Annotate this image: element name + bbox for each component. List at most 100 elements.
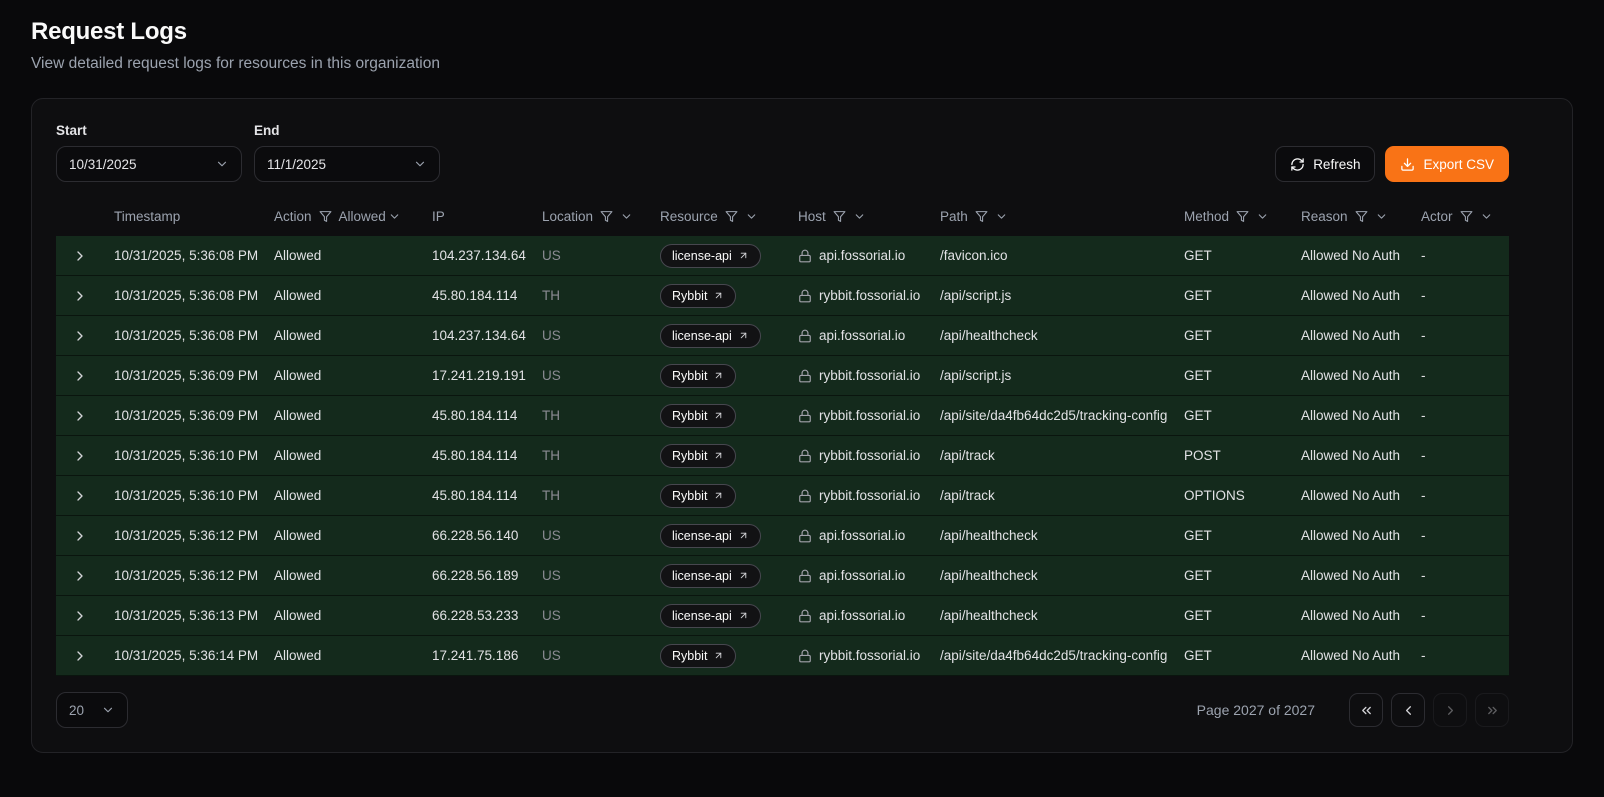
chevron-down-icon[interactable] <box>1375 210 1388 223</box>
resource-badge[interactable]: license-api <box>660 564 761 588</box>
expand-cell <box>56 644 104 668</box>
chevron-right-icon <box>72 448 88 464</box>
cell-ip: 66.228.56.189 <box>422 568 532 583</box>
expand-row-button[interactable] <box>68 484 92 508</box>
expand-row-button[interactable] <box>68 564 92 588</box>
cell-resource: license-api <box>650 244 788 268</box>
table-row[interactable]: 10/31/2025, 5:36:10 PM Allowed 45.80.184… <box>56 476 1509 516</box>
expand-row-button[interactable] <box>68 444 92 468</box>
chevron-left-icon <box>1401 703 1416 718</box>
cell-path: /api/healthcheck <box>930 608 1174 623</box>
cell-reason: Allowed No Auth <box>1291 408 1411 423</box>
resource-badge[interactable]: Rybbit <box>660 444 736 468</box>
chevron-down-icon[interactable] <box>1256 210 1269 223</box>
cell-action: Allowed <box>264 328 422 343</box>
export-csv-button[interactable]: Export CSV <box>1385 146 1509 182</box>
chevron-down-icon[interactable] <box>853 210 866 223</box>
expand-cell <box>56 484 104 508</box>
table-row[interactable]: 10/31/2025, 5:36:13 PM Allowed 66.228.53… <box>56 596 1509 636</box>
expand-row-button[interactable] <box>68 644 92 668</box>
column-header-actor[interactable]: Actor <box>1411 209 1507 224</box>
refresh-button[interactable]: Refresh <box>1275 146 1375 182</box>
last-page-button[interactable] <box>1475 693 1509 727</box>
resource-badge[interactable]: license-api <box>660 604 761 628</box>
next-page-button[interactable] <box>1433 693 1467 727</box>
table-row[interactable]: 10/31/2025, 5:36:08 PM Allowed 104.237.1… <box>56 316 1509 356</box>
resource-badge[interactable]: license-api <box>660 244 761 268</box>
cell-actor: - <box>1411 408 1507 423</box>
cell-method: GET <box>1174 328 1291 343</box>
cell-reason: Allowed No Auth <box>1291 368 1411 383</box>
expand-cell <box>56 284 104 308</box>
external-link-icon <box>738 570 749 581</box>
column-header-ip[interactable]: IP <box>422 209 532 224</box>
cell-reason: Allowed No Auth <box>1291 288 1411 303</box>
column-header-location[interactable]: Location <box>532 209 650 224</box>
chevron-down-icon[interactable] <box>620 210 633 223</box>
expand-row-button[interactable] <box>68 604 92 628</box>
cell-location: TH <box>532 488 650 503</box>
resource-badge[interactable]: Rybbit <box>660 364 736 388</box>
expand-row-button[interactable] <box>68 364 92 388</box>
cell-timestamp: 10/31/2025, 5:36:08 PM <box>104 288 264 303</box>
prev-page-button[interactable] <box>1391 693 1425 727</box>
resource-badge[interactable]: Rybbit <box>660 644 736 668</box>
resource-badge[interactable]: license-api <box>660 524 761 548</box>
cell-timestamp: 10/31/2025, 5:36:12 PM <box>104 568 264 583</box>
resource-name: license-api <box>672 329 732 343</box>
filter-icon[interactable] <box>1355 210 1368 223</box>
column-header-path[interactable]: Path <box>930 209 1174 224</box>
cell-timestamp: 10/31/2025, 5:36:09 PM <box>104 408 264 423</box>
expand-row-button[interactable] <box>68 284 92 308</box>
column-header-timestamp[interactable]: Timestamp <box>104 209 264 224</box>
chevron-down-icon[interactable] <box>1480 210 1493 223</box>
expand-row-button[interactable] <box>68 244 92 268</box>
column-header-action[interactable]: Action Allowed <box>264 209 422 224</box>
chevron-down-icon[interactable] <box>745 210 758 223</box>
start-date-select[interactable]: 10/31/2025 <box>56 146 242 182</box>
end-date-select[interactable]: 11/1/2025 <box>254 146 440 182</box>
resource-badge[interactable]: Rybbit <box>660 484 736 508</box>
resource-badge[interactable]: Rybbit <box>660 284 736 308</box>
column-header-host[interactable]: Host <box>788 209 930 224</box>
column-header-resource[interactable]: Resource <box>650 209 788 224</box>
cell-path: /api/track <box>930 448 1174 463</box>
table-row[interactable]: 10/31/2025, 5:36:09 PM Allowed 17.241.21… <box>56 356 1509 396</box>
first-page-button[interactable] <box>1349 693 1383 727</box>
filter-icon[interactable] <box>1236 210 1249 223</box>
cell-reason: Allowed No Auth <box>1291 648 1411 663</box>
filter-icon[interactable] <box>833 210 846 223</box>
column-label: Timestamp <box>114 209 180 224</box>
table-row[interactable]: 10/31/2025, 5:36:10 PM Allowed 45.80.184… <box>56 436 1509 476</box>
expand-row-button[interactable] <box>68 404 92 428</box>
filter-icon[interactable] <box>319 210 332 223</box>
chevron-right-icon <box>1443 703 1458 718</box>
table-row[interactable]: 10/31/2025, 5:36:14 PM Allowed 17.241.75… <box>56 636 1509 676</box>
filter-icon[interactable] <box>600 210 613 223</box>
table-row[interactable]: 10/31/2025, 5:36:12 PM Allowed 66.228.56… <box>56 516 1509 556</box>
table-row[interactable]: 10/31/2025, 5:36:08 PM Allowed 104.237.1… <box>56 236 1509 276</box>
expand-cell <box>56 444 104 468</box>
column-header-reason[interactable]: Reason <box>1291 209 1411 224</box>
expand-row-button[interactable] <box>68 324 92 348</box>
resource-badge[interactable]: license-api <box>660 324 761 348</box>
expand-row-button[interactable] <box>68 524 92 548</box>
cell-ip: 66.228.53.233 <box>422 608 532 623</box>
cell-reason: Allowed No Auth <box>1291 488 1411 503</box>
cell-resource: Rybbit <box>650 284 788 308</box>
table-row[interactable]: 10/31/2025, 5:36:09 PM Allowed 45.80.184… <box>56 396 1509 436</box>
table-row[interactable]: 10/31/2025, 5:36:12 PM Allowed 66.228.56… <box>56 556 1509 596</box>
filter-icon[interactable] <box>725 210 738 223</box>
resource-badge[interactable]: Rybbit <box>660 404 736 428</box>
filter-icon[interactable] <box>975 210 988 223</box>
page-subtitle: View detailed request logs for resources… <box>31 55 1573 73</box>
table-row[interactable]: 10/31/2025, 5:36:08 PM Allowed 45.80.184… <box>56 276 1509 316</box>
action-filter-dropdown[interactable]: Allowed <box>339 209 401 224</box>
chevron-down-icon[interactable] <box>995 210 1008 223</box>
page-size-select[interactable]: 20 <box>56 692 128 728</box>
column-header-method[interactable]: Method <box>1174 209 1291 224</box>
filter-icon[interactable] <box>1460 210 1473 223</box>
action-filter-value: Allowed <box>339 209 386 224</box>
expand-cell <box>56 564 104 588</box>
date-range-filters: Start 10/31/2025 End 11/1/2025 <box>56 123 440 182</box>
